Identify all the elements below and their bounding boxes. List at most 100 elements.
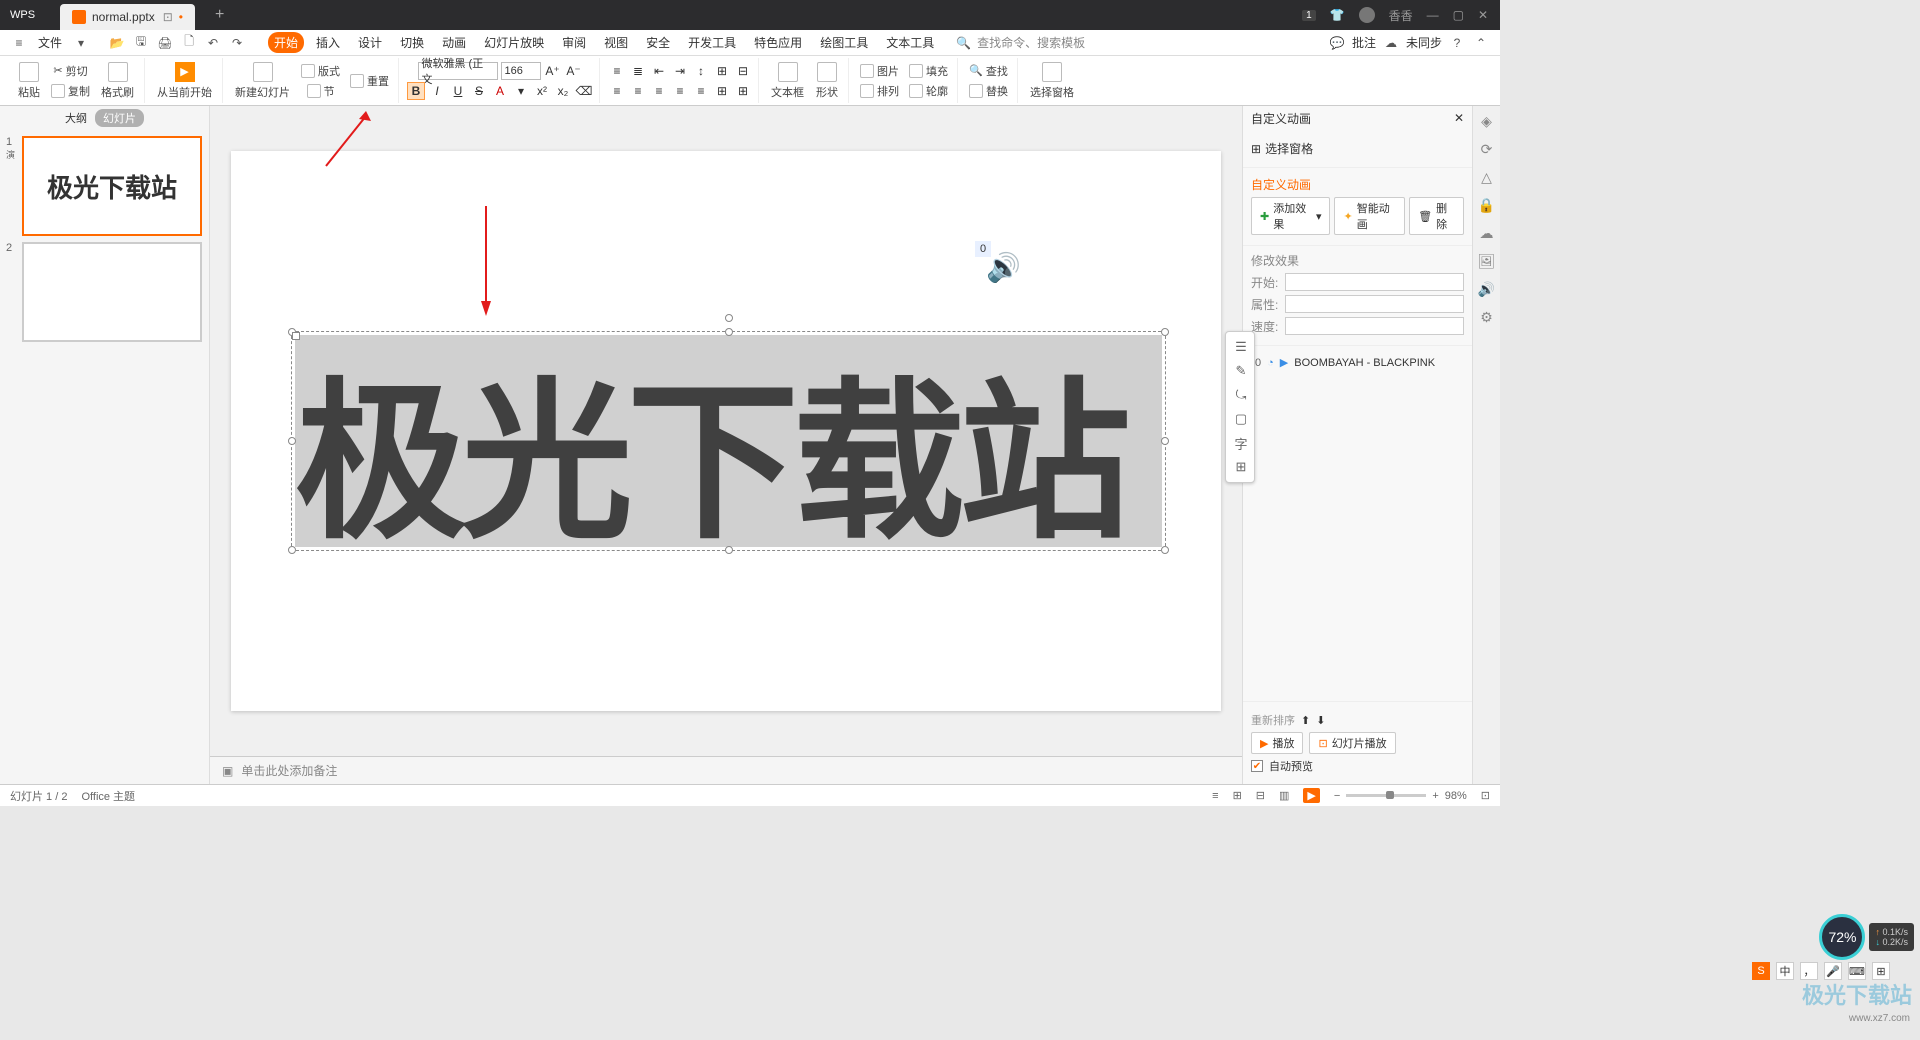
chevron-down-icon[interactable]: ▾ xyxy=(72,34,90,52)
zoom-in-button[interactable]: + xyxy=(1432,790,1438,802)
delete-anim-button[interactable]: 🗑删除 xyxy=(1409,197,1464,235)
decrease-font-icon[interactable]: A⁻ xyxy=(565,62,583,80)
text-direction-button[interactable]: ⊞ xyxy=(713,62,731,80)
cloud-sync-icon[interactable]: ☁ xyxy=(1382,34,1400,52)
highlight-color-button[interactable]: ▾ xyxy=(512,82,530,100)
arrange-button[interactable]: 排列 xyxy=(857,82,902,100)
view-sorter-icon[interactable]: ⊞ xyxy=(1233,789,1242,802)
search-input[interactable]: 查找命令、搜索模板 xyxy=(977,34,1085,51)
decrease-indent-button[interactable]: ⇤ xyxy=(650,62,668,80)
underline-button[interactable]: U xyxy=(449,82,467,100)
play-anim-button[interactable]: ▶播放 xyxy=(1251,732,1303,754)
align-left-button[interactable]: ≡ xyxy=(608,82,626,100)
align-right-button[interactable]: ≡ xyxy=(650,82,668,100)
layout-button[interactable]: 版式 xyxy=(298,62,343,80)
ft-frame-icon[interactable]: ▢ xyxy=(1230,408,1252,430)
sync-label[interactable]: 未同步 xyxy=(1406,34,1442,51)
ft-layers-icon[interactable]: ☰ xyxy=(1230,336,1252,358)
ft-text-icon[interactable]: 字 xyxy=(1230,432,1252,454)
new-slide-button[interactable]: 新建幻灯片 xyxy=(231,60,294,102)
strikethrough-button[interactable]: S xyxy=(470,82,488,100)
zoom-out-button[interactable]: − xyxy=(1334,790,1340,802)
selected-textbox[interactable]: 极光下载站 xyxy=(291,331,1166,551)
slideshow-button[interactable]: ⊡幻灯片播放 xyxy=(1309,732,1395,754)
ri-triangle-icon[interactable]: △ xyxy=(1478,168,1496,186)
view-normal-icon[interactable]: ≡ xyxy=(1212,790,1218,802)
view-reading-icon[interactable]: ⊟ xyxy=(1256,789,1265,802)
ft-pen-icon[interactable]: ✎ xyxy=(1230,360,1252,382)
resize-handle-tl[interactable] xyxy=(288,328,296,336)
collapse-ribbon-icon[interactable]: ⌃ xyxy=(1472,34,1490,52)
italic-button[interactable]: I xyxy=(428,82,446,100)
auto-preview-checkbox[interactable]: ✔ xyxy=(1251,760,1263,772)
bold-button[interactable]: B xyxy=(407,82,425,100)
start-select[interactable] xyxy=(1285,273,1464,291)
open-icon[interactable]: 📂 xyxy=(108,34,126,52)
select-pane-link[interactable]: 选择窗格 xyxy=(1265,140,1313,157)
outline-tab[interactable]: 大纲 xyxy=(65,110,87,126)
align-text-button[interactable]: ⊟ xyxy=(734,62,752,80)
save-icon[interactable]: 🖫 xyxy=(132,34,150,52)
tab-review[interactable]: 审阅 xyxy=(556,32,592,53)
clear-formatting-button[interactable]: ⌫ xyxy=(575,82,593,100)
view-notes-icon[interactable]: ▥ xyxy=(1279,789,1289,802)
resize-handle-br[interactable] xyxy=(1161,546,1169,554)
ri-lock-icon[interactable]: 🔒 xyxy=(1478,196,1496,214)
user-avatar[interactable] xyxy=(1359,7,1375,23)
cpu-gauge[interactable]: 72% xyxy=(1819,914,1865,960)
ri-sound-icon[interactable]: 🔊 xyxy=(1478,280,1496,298)
tab-security[interactable]: 安全 xyxy=(640,32,676,53)
ft-grid-icon[interactable]: ⊞ xyxy=(1230,456,1252,478)
textbox-button[interactable]: 文本框 xyxy=(767,60,808,102)
document-tab[interactable]: normal.pptx ⊡ • xyxy=(60,4,195,30)
comment-icon[interactable]: 💬 xyxy=(1328,34,1346,52)
ri-cloud-icon[interactable]: ☁ xyxy=(1478,224,1496,242)
maximize-button[interactable]: ▢ xyxy=(1453,8,1464,22)
tab-special[interactable]: 特色应用 xyxy=(748,32,808,53)
fit-screen-icon[interactable]: ⊡ xyxy=(1481,789,1490,802)
bullets-button[interactable]: ≡ xyxy=(608,62,626,80)
notification-badge[interactable]: 1 xyxy=(1302,10,1316,21)
move-down-icon[interactable]: ⬇ xyxy=(1316,714,1325,727)
tab-animation[interactable]: 动画 xyxy=(436,32,472,53)
resize-handle-tm[interactable] xyxy=(725,328,733,336)
tab-slideshow[interactable]: 幻灯片放映 xyxy=(478,32,550,53)
close-window-button[interactable]: ✕ xyxy=(1478,8,1488,22)
ft-link-icon[interactable]: ⤿ xyxy=(1230,384,1252,406)
canvas-scroll[interactable]: 0 🔊 极光下载站 ☰ ✎ xyxy=(210,106,1242,756)
tab-view[interactable]: 视图 xyxy=(598,32,634,53)
smart-anim-button[interactable]: ✦智能动画 xyxy=(1334,197,1405,235)
move-up-icon[interactable]: ⬆ xyxy=(1301,714,1310,727)
numbering-button[interactable]: ≣ xyxy=(629,62,647,80)
ime-s-button[interactable]: S xyxy=(1752,962,1770,980)
resize-handle-bm[interactable] xyxy=(725,546,733,554)
increase-indent-button[interactable]: ⇥ xyxy=(671,62,689,80)
picture-button[interactable]: 图片 xyxy=(857,62,902,80)
section-button[interactable]: 节 xyxy=(304,82,338,100)
justify-button[interactable]: ≡ xyxy=(671,82,689,100)
ime-lang-button[interactable]: 中 xyxy=(1776,962,1794,980)
apparel-icon[interactable]: 👕 xyxy=(1330,8,1345,22)
resize-handle-mr[interactable] xyxy=(1161,437,1169,445)
subscript-button[interactable]: x₂ xyxy=(554,82,572,100)
animation-list-item[interactable]: 0 ◔ ▶ BOOMBAYAH - BLACKPINK xyxy=(1251,352,1464,373)
font-size-input[interactable]: 166 xyxy=(501,62,541,80)
rotate-handle[interactable] xyxy=(725,314,733,322)
ri-diamond-icon[interactable]: ◈ xyxy=(1478,112,1496,130)
font-name-select[interactable]: 微软雅黑 (正文 xyxy=(418,62,498,80)
redo-icon[interactable]: ↷ xyxy=(228,34,246,52)
resize-handle-ml[interactable] xyxy=(288,437,296,445)
notes-bar[interactable]: ▣ 单击此处添加备注 xyxy=(210,756,1242,784)
cut-button[interactable]: ✂剪切 xyxy=(50,62,90,80)
ri-gear-icon[interactable]: ⚙ xyxy=(1478,308,1496,326)
copy-button[interactable]: 复制 xyxy=(48,82,93,100)
help-icon[interactable]: ? xyxy=(1448,34,1466,52)
resize-handle-tr[interactable] xyxy=(1161,328,1169,336)
tab-transition[interactable]: 切换 xyxy=(394,32,430,53)
new-tab-button[interactable]: + xyxy=(215,6,224,24)
attr-select[interactable] xyxy=(1285,295,1464,313)
select-pane-button[interactable]: 选择窗格 xyxy=(1026,60,1078,102)
slideshow-start-button[interactable]: ▶ xyxy=(1303,788,1319,803)
find-button[interactable]: 🔍查找 xyxy=(966,62,1011,80)
print-icon[interactable]: 🖨 xyxy=(156,34,174,52)
